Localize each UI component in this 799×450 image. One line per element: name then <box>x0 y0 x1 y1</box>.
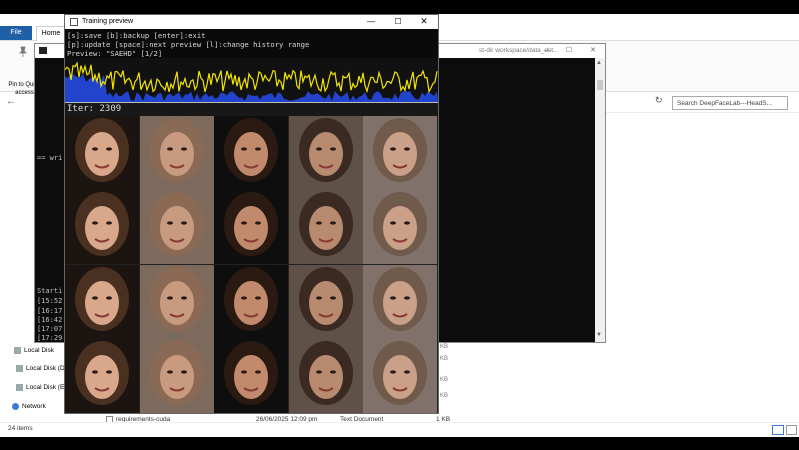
dst-reconstruction-face <box>288 190 363 265</box>
dst-face <box>214 190 289 265</box>
loss-graph-svg <box>64 61 438 102</box>
size-cell: KB <box>440 356 449 362</box>
dst-reconstruction-face <box>288 116 363 190</box>
nav-local-disk-d[interactable]: Local Disk (D: <box>16 365 66 372</box>
tiles-view-icon[interactable] <box>786 425 797 435</box>
dst-face <box>214 338 289 413</box>
tab-home[interactable]: Home <box>36 26 66 41</box>
minimize-button[interactable]: — <box>540 44 554 58</box>
close-button[interactable]: ✕ <box>586 44 600 58</box>
loss-history-graph <box>64 58 438 102</box>
help-line: Preview: "SAEHD" [1/2] <box>67 49 163 58</box>
back-arrow-icon[interactable]: ← <box>6 96 16 107</box>
size-cell: KB <box>440 393 449 399</box>
drive-icon <box>16 365 23 372</box>
window-icon <box>70 18 78 26</box>
src-face <box>65 264 139 339</box>
console-icon <box>39 47 47 54</box>
swapped-face <box>363 116 438 190</box>
src-loss-line <box>64 61 438 94</box>
console-line: [16:17 <box>37 307 63 315</box>
src-face <box>65 338 139 413</box>
help-line: [p]:update [space]:next preview [l]:chan… <box>67 40 310 49</box>
pin-icon[interactable] <box>17 45 29 57</box>
dst-reconstruction-face <box>288 264 363 339</box>
nav-network[interactable]: Network <box>12 403 46 410</box>
dst-face <box>214 116 289 190</box>
swapped-face <box>363 264 438 339</box>
console-line: [15:52 <box>37 297 63 305</box>
console-line: [17:29 <box>37 334 63 342</box>
console-line: == wri <box>37 154 63 162</box>
src-reconstruction-face <box>139 190 214 265</box>
preview-title-bar: Training preview — ☐ ✕ <box>65 15 438 29</box>
console-line: [16:42 <box>37 316 63 324</box>
console-line: [17:07 <box>37 325 63 333</box>
console-line: Starti <box>37 287 63 295</box>
src-face <box>65 190 139 265</box>
window-title: Training preview <box>82 18 134 25</box>
drive-icon <box>16 384 23 391</box>
search-input[interactable]: Search DeepFaceLab---HeadS... <box>672 96 788 110</box>
drive-icon <box>14 347 21 354</box>
details-view-icon[interactable] <box>772 425 784 435</box>
help-line: [s]:save [b]:backup [enter]:exit <box>67 31 206 40</box>
status-bar: 24 items <box>0 422 799 437</box>
preview-face-grid <box>65 116 438 413</box>
tab-file[interactable]: File <box>0 26 32 40</box>
src-reconstruction-face <box>139 116 214 190</box>
iteration-counter: Iter: 2309 <box>67 104 122 114</box>
minimize-button[interactable]: — <box>364 15 378 28</box>
console-scrollbar[interactable]: ▲ ▼ <box>595 58 605 342</box>
items-count: 24 items <box>8 425 33 432</box>
swapped-face <box>363 190 438 265</box>
dst-reconstruction-face <box>288 338 363 413</box>
size-cell: KB <box>440 344 449 350</box>
size-cell: KB <box>440 377 449 383</box>
maximize-button[interactable]: ☐ <box>562 44 576 58</box>
network-icon <box>12 403 19 410</box>
src-reconstruction-face <box>139 264 214 339</box>
src-reconstruction-face <box>139 338 214 413</box>
swapped-face <box>363 338 438 413</box>
src-face <box>65 116 139 190</box>
maximize-button[interactable]: ☐ <box>391 15 405 28</box>
nav-local-disk-e[interactable]: Local Disk (E: <box>16 384 66 391</box>
scroll-down-icon[interactable]: ▼ <box>596 332 602 338</box>
console-scroll-thumb[interactable] <box>597 80 603 90</box>
training-preview-window[interactable]: Training preview — ☐ ✕ [s]:save [b]:back… <box>64 14 439 414</box>
close-button[interactable]: ✕ <box>417 15 431 28</box>
scroll-up-icon[interactable]: ▲ <box>596 60 602 66</box>
nav-local-disk-c[interactable]: Local Disk <box>14 347 54 354</box>
refresh-icon[interactable]: ↻ <box>655 95 663 106</box>
dst-face <box>214 264 289 339</box>
